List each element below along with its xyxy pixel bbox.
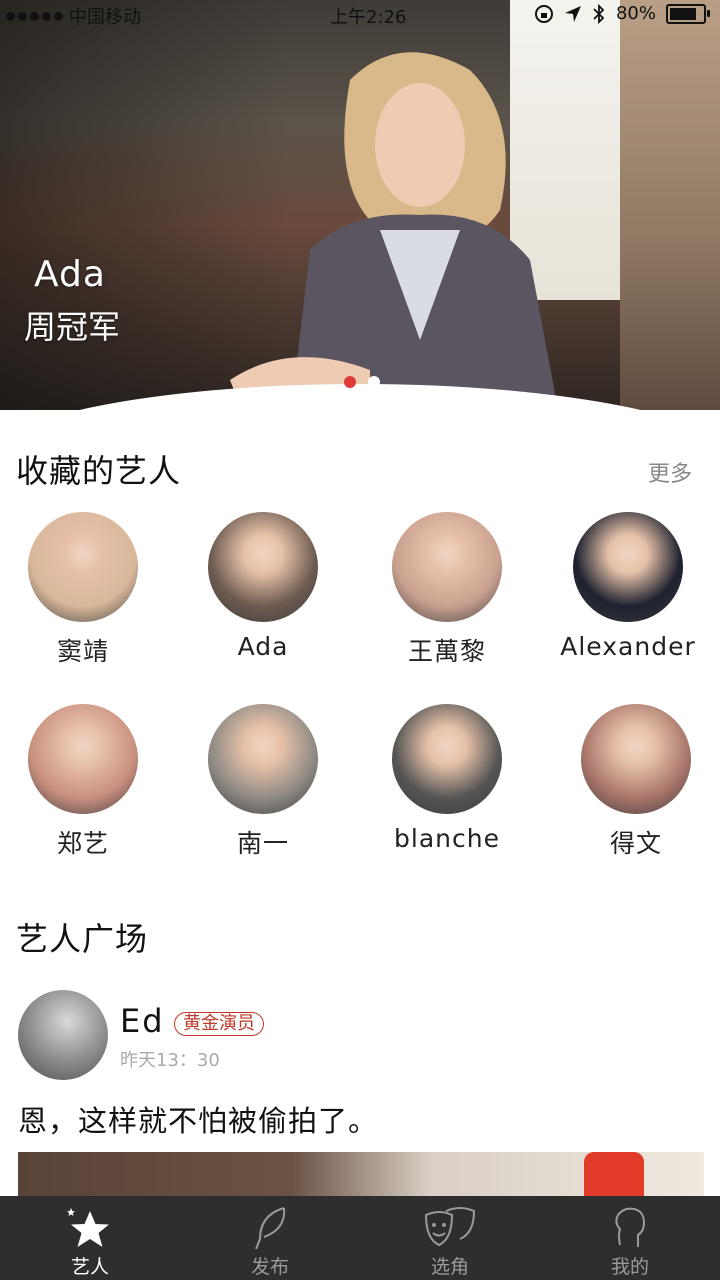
star-icon [67,1208,109,1247]
tab-artists[interactable]: 艺人 [0,1196,180,1280]
profile-icon [615,1207,646,1247]
post-author-name[interactable]: Ed [120,1002,165,1040]
bluetooth-icon [593,3,605,24]
favorites-more-link[interactable]: 更多 [648,456,692,488]
tab-bar: 艺人 发布 选角 我的 [0,1196,720,1280]
artist-avatar[interactable] [573,512,683,622]
tab-casting-label: 选角 [430,1256,469,1278]
signal-icon [6,11,63,21]
battery-icon [666,3,710,24]
artist-item[interactable]: Ada [173,512,353,661]
status-bar: 中国移动 上午2:26 80% [0,0,720,30]
artist-item[interactable]: Alexander [538,512,718,661]
artist-name: 郑艺 [56,829,109,858]
artist-name: 窦靖 [56,637,109,666]
carousel-dot-2[interactable] [368,376,380,388]
plaza-title: 艺人广场 [16,920,149,958]
battery-percent: 80% [615,3,656,24]
artist-name: 王萬黎 [407,637,486,666]
clock: 上午2:26 [330,7,407,28]
tab-artists-label: 艺人 [70,1256,109,1278]
carousel-dot-1[interactable] [344,376,356,388]
post-text: 恩，这样就不怕被偷拍了。 [18,1104,379,1138]
carrier-label: 中国移动 [69,7,141,28]
carousel-dots[interactable] [344,376,380,388]
artist-name: 得文 [609,829,662,858]
status-indicators: 80% [534,3,710,24]
artist-item[interactable]: 窦靖 [0,512,173,668]
location-arrow-icon [564,5,581,22]
tab-publish-label: 发布 [250,1256,289,1278]
artist-item[interactable]: 南一 [173,704,353,860]
post-author-avatar[interactable] [18,990,108,1080]
hero-wall [620,0,720,410]
artist-avatar[interactable] [28,512,138,622]
hero-artist-title: 周冠军 [24,308,121,346]
artist-avatar[interactable] [28,704,138,814]
artist-avatar[interactable] [208,704,318,814]
theater-masks-icon [424,1207,476,1247]
artist-avatar[interactable] [392,512,502,622]
artist-item[interactable]: 得文 [546,704,720,860]
post-timestamp: 昨天13：30 [120,1050,220,1071]
artist-avatar[interactable] [581,704,691,814]
artist-name: 南一 [236,829,289,858]
tab-publish[interactable]: 发布 [180,1196,360,1280]
artist-avatar[interactable] [208,512,318,622]
post-author-badge: 黄金演员 [174,1012,264,1036]
hero-banner[interactable]: Ada 周冠军 [0,0,720,410]
artist-name: Ada [237,632,289,661]
artist-name: Alexander [560,632,696,661]
feather-icon [255,1207,286,1250]
carrier-info: 中国移动 [6,3,141,29]
tab-casting[interactable]: 选角 [360,1196,540,1280]
artist-name: blanche [394,824,500,853]
tab-profile-label: 我的 [610,1256,649,1278]
artist-item[interactable]: blanche [357,704,537,853]
artist-avatar[interactable] [392,704,502,814]
rotation-lock-icon [534,4,553,23]
hero-model-figure [230,52,559,410]
tab-profile[interactable]: 我的 [540,1196,720,1280]
battery-level [670,7,696,20]
favorites-title: 收藏的艺人 [16,452,182,490]
artist-item[interactable]: 郑艺 [0,704,173,860]
hero-artist-name: Ada [34,254,106,295]
artist-item[interactable]: 王萬黎 [357,512,537,668]
